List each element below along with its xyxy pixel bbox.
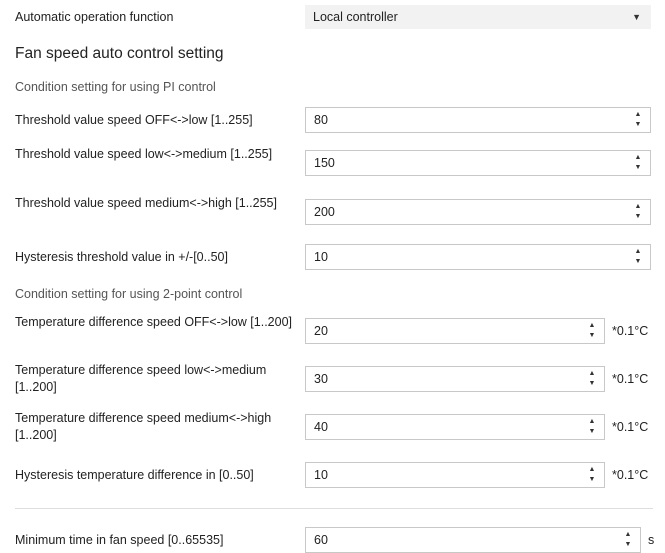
section-title: Fan speed auto control setting bbox=[15, 45, 224, 62]
twopoint-row-label: Temperature difference speed OFF<->low [… bbox=[15, 315, 293, 329]
spin-down-icon[interactable]: ▼ bbox=[625, 541, 632, 549]
threshold-low-medium-input[interactable]: 150 ▲ ▼ bbox=[305, 150, 651, 176]
tempdiff-medium-high-input[interactable]: 40 ▲ ▼ bbox=[305, 414, 605, 440]
spin-up-icon[interactable]: ▲ bbox=[589, 322, 596, 330]
spin-down-icon[interactable]: ▼ bbox=[589, 332, 596, 340]
spin-down-icon[interactable]: ▼ bbox=[635, 121, 642, 129]
divider bbox=[15, 508, 653, 509]
min-time-label: Minimum time in fan speed [0..65535] bbox=[15, 533, 224, 547]
unit-label: *0.1°C bbox=[612, 372, 649, 386]
unit-seconds-label: s bbox=[648, 533, 655, 547]
threshold-off-low-input[interactable]: 80 ▲ ▼ bbox=[305, 107, 651, 133]
tempdiff-off-low-input[interactable]: 20 ▲ ▼ bbox=[305, 318, 605, 344]
spin-down-icon[interactable]: ▼ bbox=[589, 428, 596, 436]
twopoint-group-title: Condition setting for using 2-point cont… bbox=[15, 287, 243, 301]
spin-value: 200 bbox=[314, 205, 335, 219]
spin-down-icon[interactable]: ▼ bbox=[635, 258, 642, 266]
twopoint-row-label: Hysteresis temperature difference in [0.… bbox=[15, 468, 254, 482]
pi-row-label: Threshold value speed medium<->high [1..… bbox=[15, 196, 277, 210]
threshold-medium-high-input[interactable]: 200 ▲ ▼ bbox=[305, 199, 651, 225]
unit-label: *0.1°C bbox=[612, 468, 649, 482]
spin-value: 30 bbox=[314, 372, 328, 386]
hysteresis-threshold-input[interactable]: 10 ▲ ▼ bbox=[305, 244, 651, 270]
spin-up-icon[interactable]: ▲ bbox=[589, 466, 596, 474]
twopoint-row-label: Temperature difference speed low<->mediu… bbox=[15, 363, 267, 394]
spin-value: 150 bbox=[314, 156, 335, 170]
pi-group-title: Condition setting for using PI control bbox=[15, 80, 216, 94]
spin-value: 20 bbox=[314, 324, 328, 338]
pi-row-label: Threshold value speed low<->medium [1..2… bbox=[15, 147, 273, 161]
spin-up-icon[interactable]: ▲ bbox=[625, 531, 632, 539]
spin-value: 60 bbox=[314, 533, 328, 547]
spin-up-icon[interactable]: ▲ bbox=[635, 203, 642, 211]
unit-label: *0.1°C bbox=[612, 420, 649, 434]
spin-value: 40 bbox=[314, 420, 328, 434]
spin-down-icon[interactable]: ▼ bbox=[589, 380, 596, 388]
spin-up-icon[interactable]: ▲ bbox=[589, 370, 596, 378]
spin-up-icon[interactable]: ▲ bbox=[635, 111, 642, 119]
spin-down-icon[interactable]: ▼ bbox=[635, 213, 642, 221]
spin-down-icon[interactable]: ▼ bbox=[589, 476, 596, 484]
chevron-down-icon: ▼ bbox=[632, 12, 641, 22]
operation-label: Automatic operation function bbox=[15, 10, 174, 24]
spin-value: 10 bbox=[314, 468, 328, 482]
pi-row-label: Hysteresis threshold value in +/-[0..50] bbox=[15, 250, 228, 264]
spin-value: 80 bbox=[314, 113, 328, 127]
spin-up-icon[interactable]: ▲ bbox=[635, 248, 642, 256]
spin-value: 10 bbox=[314, 250, 328, 264]
unit-label: *0.1°C bbox=[612, 324, 649, 338]
spin-up-icon[interactable]: ▲ bbox=[589, 418, 596, 426]
operation-value: Local controller bbox=[313, 10, 398, 24]
hysteresis-tempdiff-input[interactable]: 10 ▲ ▼ bbox=[305, 462, 605, 488]
min-time-input[interactable]: 60 ▲ ▼ bbox=[305, 527, 641, 553]
pi-row-label: Threshold value speed OFF<->low [1..255] bbox=[15, 113, 253, 127]
twopoint-row-label: Temperature difference speed medium<->hi… bbox=[15, 411, 272, 442]
operation-dropdown[interactable]: Local controller ▼ bbox=[305, 5, 651, 29]
spin-down-icon[interactable]: ▼ bbox=[635, 164, 642, 172]
spin-up-icon[interactable]: ▲ bbox=[635, 154, 642, 162]
tempdiff-low-medium-input[interactable]: 30 ▲ ▼ bbox=[305, 366, 605, 392]
